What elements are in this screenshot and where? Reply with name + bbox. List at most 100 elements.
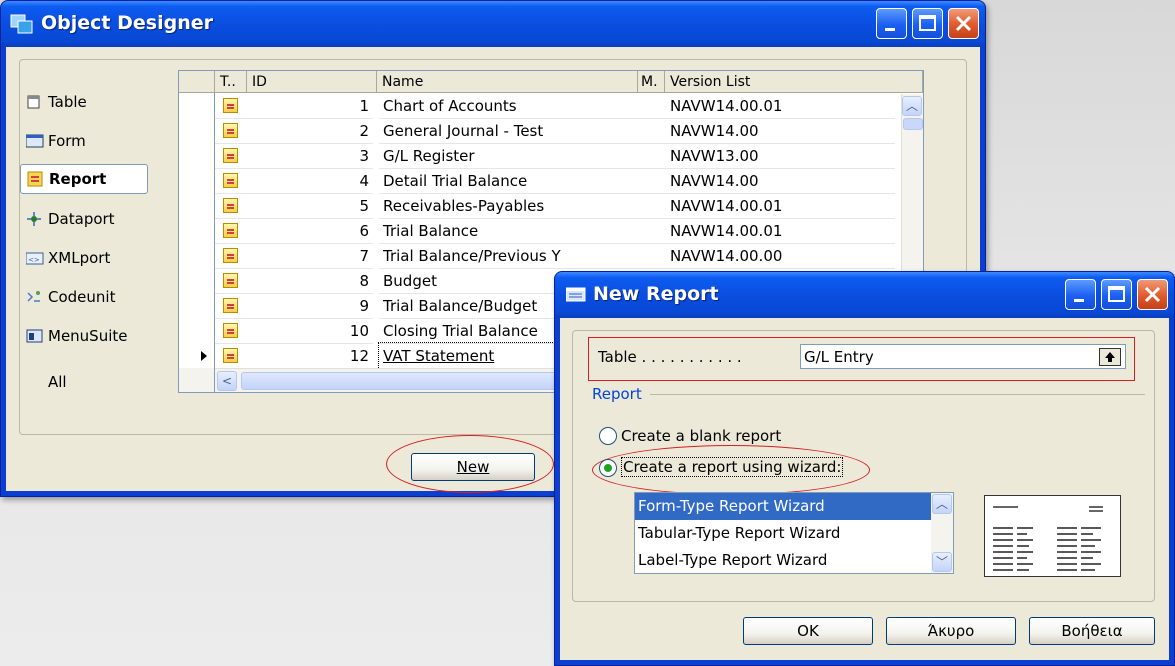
radio-blank-label[interactable]: Create a blank report <box>621 427 781 445</box>
sidebar-item-table[interactable]: Table <box>20 87 148 117</box>
row-selector[interactable] <box>179 218 215 244</box>
id-cell: 3 <box>247 143 373 169</box>
wizard-list-item[interactable]: Tabular-Type Report Wizard <box>635 520 931 547</box>
type-cell <box>215 168 247 194</box>
wizard-list[interactable]: Form-Type Report Wizard Tabular-Type Repo… <box>634 492 954 574</box>
table-row[interactable]: 1 Chart of Accounts NAVW14.00.01 <box>179 93 923 120</box>
scroll-down-button[interactable]: ﹀ <box>932 552 952 572</box>
window-title: Object Designer <box>41 12 213 34</box>
menusuite-icon <box>26 328 43 344</box>
ok-button-label: OK <box>797 622 819 640</box>
col-header-modified[interactable]: M. <box>638 71 665 93</box>
type-cell <box>215 243 247 269</box>
new-button-label: New <box>456 458 490 476</box>
ok-button[interactable]: OK <box>743 617 873 645</box>
col-header-name[interactable]: Name <box>377 71 638 93</box>
report-section-label: Report <box>592 385 648 403</box>
xmlport-icon: <> <box>25 250 44 266</box>
row-selector[interactable] <box>179 268 215 294</box>
grid-header: T.. ID Name M. Version List <box>179 71 923 93</box>
maximize-button[interactable] <box>1101 279 1132 310</box>
sidebar-item-dataport[interactable]: Dataport <box>20 204 148 234</box>
table-row[interactable]: 7 Trial Balance/Previous Y NAVW14.00.00 <box>179 243 923 270</box>
report-icon <box>223 148 238 163</box>
app-icon <box>10 13 34 35</box>
id-cell: 8 <box>247 268 373 294</box>
table-row[interactable]: 2 General Journal - Test NAVW14.00 <box>179 118 923 145</box>
version-cell: NAVW14.00 <box>665 168 895 194</box>
type-cell <box>215 268 247 294</box>
row-selector[interactable] <box>179 143 215 169</box>
modified-cell <box>638 218 665 244</box>
wizard-list-item[interactable]: Label-Type Report Wizard <box>635 547 931 573</box>
close-button[interactable] <box>948 8 979 39</box>
scroll-up-button[interactable]: ︿ <box>932 494 952 514</box>
name-cell: General Journal - Test <box>379 118 638 144</box>
sidebar-item-label: Table <box>48 93 87 111</box>
table-row[interactable]: 5 Receivables-Payables NAVW14.00.01 <box>179 193 923 220</box>
help-button[interactable]: Βοήθεια <box>1029 617 1155 645</box>
sidebar-item-all[interactable]: All <box>20 367 148 397</box>
dialog-title: New Report <box>593 283 719 305</box>
row-selector[interactable] <box>179 168 215 194</box>
maximize-button[interactable] <box>912 8 943 39</box>
radio-wizard-label[interactable]: Create a report using wizard: <box>621 457 844 477</box>
current-row-arrow-icon <box>201 351 207 361</box>
minimize-button[interactable] <box>1065 279 1096 310</box>
table-field[interactable]: G/L Entry <box>800 344 1126 369</box>
row-selector[interactable] <box>179 318 215 344</box>
radio-blank-report[interactable] <box>599 427 617 445</box>
row-selector[interactable] <box>179 118 215 144</box>
table-row[interactable]: 6 Trial Balance NAVW14.00.01 <box>179 218 923 245</box>
row-selector[interactable] <box>179 343 215 369</box>
row-selector[interactable] <box>179 243 215 269</box>
table-label: Table . . . . . . . . . . . <box>598 348 742 366</box>
table-row[interactable]: 4 Detail Trial Balance NAVW14.00 <box>179 168 923 195</box>
row-selector[interactable] <box>179 93 215 119</box>
sidebar-item-label: Form <box>48 132 86 150</box>
sidebar-item-label: Dataport <box>48 210 115 228</box>
object-designer-titlebar[interactable]: Object Designer <box>1 1 985 47</box>
sidebar-item-label: MenuSuite <box>48 327 128 345</box>
close-button[interactable] <box>1137 279 1168 310</box>
col-header-version[interactable]: Version List <box>665 71 923 93</box>
name-cell: Receivables-Payables <box>379 193 638 219</box>
scroll-left-button[interactable]: < <box>217 371 237 391</box>
report-icon <box>223 273 238 288</box>
modified-cell <box>638 193 665 219</box>
minimize-button[interactable] <box>876 8 907 39</box>
scroll-thumb[interactable] <box>903 118 923 130</box>
wizard-list-item[interactable]: Form-Type Report Wizard <box>635 493 931 520</box>
id-cell: 12 <box>247 343 373 369</box>
radio-wizard-report[interactable] <box>599 459 617 477</box>
sidebar-item-menusuite[interactable]: MenuSuite <box>20 321 148 351</box>
name-cell: Trial Balance <box>379 218 638 244</box>
row-selector[interactable] <box>179 293 215 319</box>
col-header-type[interactable]: T.. <box>215 71 247 93</box>
wizard-list-scrollbar[interactable]: ︿ ﹀ <box>931 493 953 573</box>
type-cell <box>215 143 247 169</box>
sidebar-item-label: Report <box>49 170 107 188</box>
report-icon <box>223 348 238 363</box>
sidebar-item-xmlport[interactable]: <> XMLport <box>20 243 148 273</box>
new-button[interactable]: New <box>411 453 535 481</box>
col-header-id[interactable]: ID <box>247 71 377 93</box>
new-report-icon <box>565 287 586 303</box>
sidebar-item-label: XMLport <box>48 249 111 267</box>
version-cell: NAVW14.00.01 <box>665 218 895 244</box>
table-row[interactable]: 3 G/L Register NAVW13.00 <box>179 143 923 170</box>
row-selector[interactable] <box>179 193 215 219</box>
sidebar-item-codeunit[interactable]: Codeunit <box>20 282 148 312</box>
report-icon <box>223 123 238 138</box>
codeunit-icon <box>26 289 42 305</box>
sidebar-item-form[interactable]: Form <box>20 126 148 156</box>
lookup-button[interactable] <box>1099 348 1121 366</box>
scroll-up-button[interactable]: ︿ <box>902 96 922 116</box>
svg-text:<>: <> <box>28 256 40 264</box>
sidebar-item-report[interactable]: Report <box>20 164 148 194</box>
report-icon <box>223 248 238 263</box>
new-report-titlebar[interactable]: New Report <box>555 272 1174 318</box>
cancel-button[interactable]: Άκυρο <box>886 617 1016 645</box>
new-report-window: New Report Table . . . . . . . . . . . G… <box>554 271 1175 666</box>
id-cell: 1 <box>247 93 373 119</box>
